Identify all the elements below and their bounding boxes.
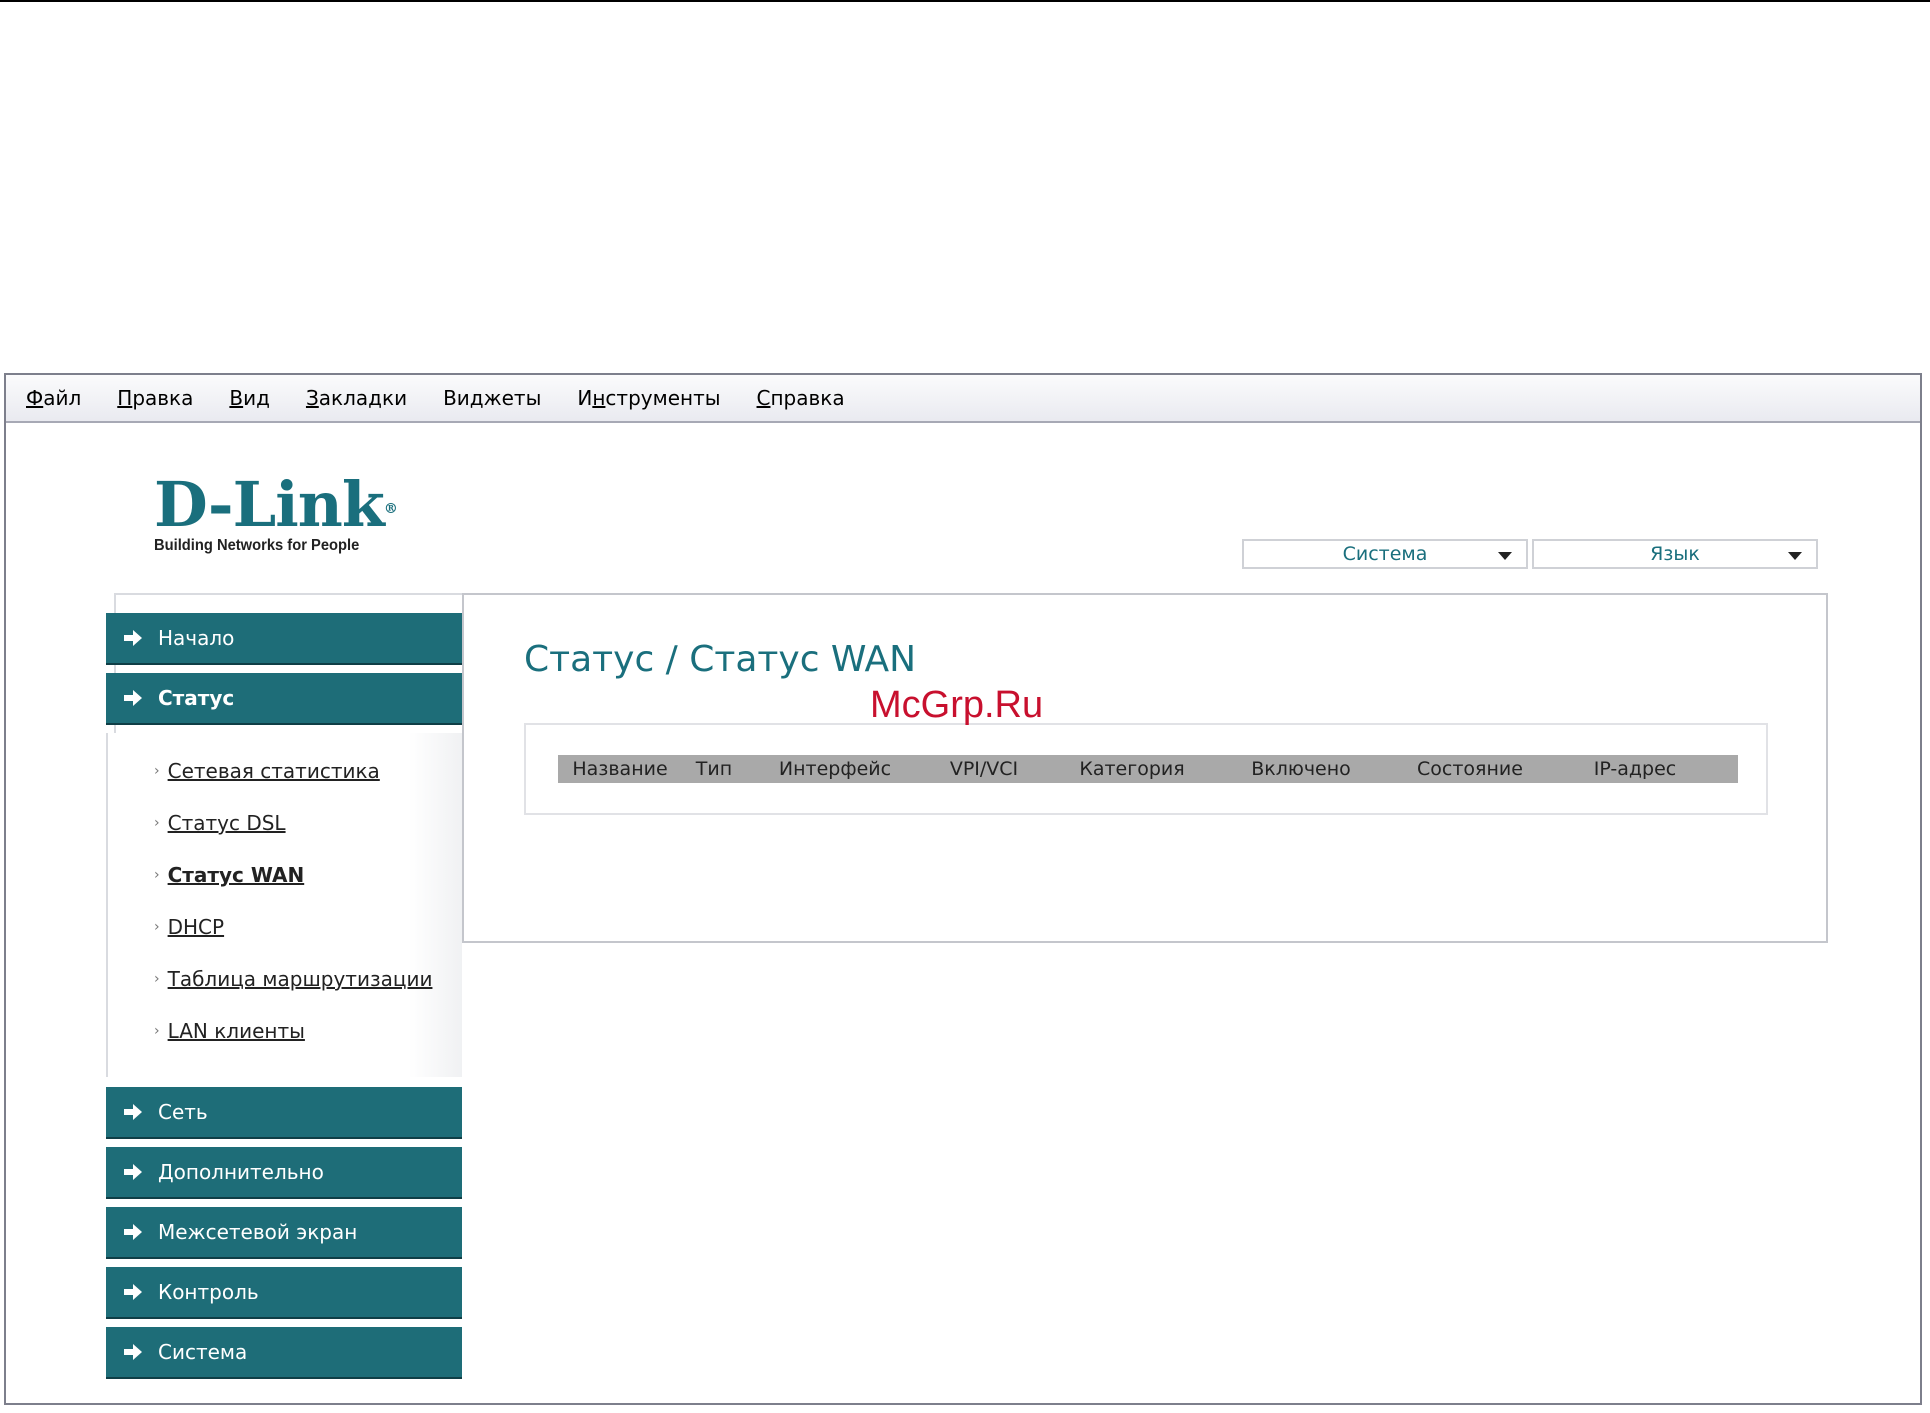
nav-network-label: Сеть	[158, 1100, 208, 1124]
chevron-down-icon	[1788, 552, 1802, 560]
menu-help[interactable]: Справка	[757, 386, 845, 410]
top-rule	[0, 0, 1930, 2]
logo-tagline: Building Networks for People	[154, 537, 360, 554]
bullet-icon: ›	[154, 763, 160, 779]
chevron-down-icon	[1498, 552, 1512, 560]
arrow-right-icon	[124, 1164, 144, 1180]
nav-system-label: Система	[158, 1340, 248, 1364]
sidebar: Начало Статус › Сетевая статистика › Стату…	[106, 613, 462, 1377]
sub-lan-clients[interactable]: › LAN клиенты	[108, 1005, 462, 1057]
sub-wan-status[interactable]: › Статус WAN	[108, 849, 462, 901]
col-category: Категория	[1079, 758, 1185, 780]
col-ip-address: IP-адрес	[1593, 758, 1677, 780]
nav-home[interactable]: Начало	[106, 613, 462, 663]
bullet-icon: ›	[154, 971, 160, 987]
col-vpi-vci: VPI/VCI	[949, 758, 1019, 780]
menu-file[interactable]: Файл	[26, 386, 81, 410]
system-dropdown[interactable]: Система	[1242, 539, 1528, 569]
sub-label: DHCP	[167, 915, 225, 939]
browser-window: Файл Правка Вид Закладки Виджеты Инструм…	[4, 373, 1922, 1405]
menu-bookmarks[interactable]: Закладки	[306, 386, 407, 410]
col-name: Название	[572, 758, 668, 780]
sub-label: Таблица маршрутизации	[167, 967, 433, 991]
watermark: McGrp.Ru	[870, 684, 1044, 726]
arrow-right-icon	[124, 1284, 144, 1300]
nav-firewall-label: Межсетевой экран	[158, 1220, 358, 1244]
logo-brand: D-Link®	[154, 468, 398, 541]
sub-network-stats[interactable]: › Сетевая статистика	[108, 745, 462, 797]
col-type: Тип	[695, 758, 733, 780]
bullet-icon: ›	[154, 919, 160, 935]
sub-dsl-status[interactable]: › Статус DSL	[108, 797, 462, 849]
bullet-icon: ›	[154, 867, 160, 883]
dlink-logo: D-Link® Building Networks for People	[154, 468, 398, 555]
nav-network[interactable]: Сеть	[106, 1087, 462, 1137]
nav-control-label: Контроль	[158, 1280, 259, 1304]
wan-table-box: Название Тип Интерфейс VPI/VCI Категория…	[524, 723, 1768, 815]
nav-control[interactable]: Контроль	[106, 1267, 462, 1317]
menu-edit[interactable]: Правка	[117, 386, 193, 410]
bullet-icon: ›	[154, 1023, 160, 1039]
sub-label: LAN клиенты	[167, 1019, 305, 1043]
sub-dhcp[interactable]: › DHCP	[108, 901, 462, 953]
sub-routing-table[interactable]: › Таблица маршрутизации	[108, 953, 462, 1005]
nav-status[interactable]: Статус	[106, 673, 462, 723]
nav-firewall[interactable]: Межсетевой экран	[106, 1207, 462, 1257]
status-submenu: › Сетевая статистика › Статус DSL › Статус …	[106, 733, 462, 1077]
menu-bar: Файл Правка Вид Закладки Виджеты Инструм…	[6, 375, 1920, 423]
wan-table-header: Название Тип Интерфейс VPI/VCI Категория…	[558, 755, 1738, 783]
language-dropdown[interactable]: Язык	[1532, 539, 1818, 569]
nav-system[interactable]: Система	[106, 1327, 462, 1377]
col-state: Состояние	[1417, 758, 1523, 780]
nav-home-label: Начало	[158, 626, 235, 650]
col-interface: Интерфейс	[778, 758, 892, 780]
sub-label: Статус DSL	[167, 811, 286, 835]
arrow-right-icon	[124, 1104, 144, 1120]
nav-advanced[interactable]: Дополнительно	[106, 1147, 462, 1197]
arrow-right-icon	[124, 630, 144, 646]
arrow-right-icon	[124, 690, 144, 706]
main-panel: Статус / Статус WAN Название Тип Интерфе…	[462, 593, 1828, 943]
sub-label: Сетевая статистика	[167, 759, 380, 783]
col-enabled: Включено	[1251, 758, 1351, 780]
sub-label: Статус WAN	[167, 863, 305, 887]
menu-widgets[interactable]: Виджеты	[443, 386, 541, 410]
arrow-right-icon	[124, 1224, 144, 1240]
page-title: Статус / Статус WAN	[524, 639, 917, 680]
menu-view[interactable]: Вид	[229, 386, 270, 410]
nav-advanced-label: Дополнительно	[158, 1160, 324, 1184]
nav-status-label: Статус	[158, 686, 235, 710]
system-dropdown-label: Система	[1342, 543, 1428, 565]
bullet-icon: ›	[154, 815, 160, 831]
menu-tools[interactable]: Инструменты	[577, 386, 720, 410]
language-dropdown-label: Язык	[1650, 543, 1700, 565]
arrow-right-icon	[124, 1344, 144, 1360]
